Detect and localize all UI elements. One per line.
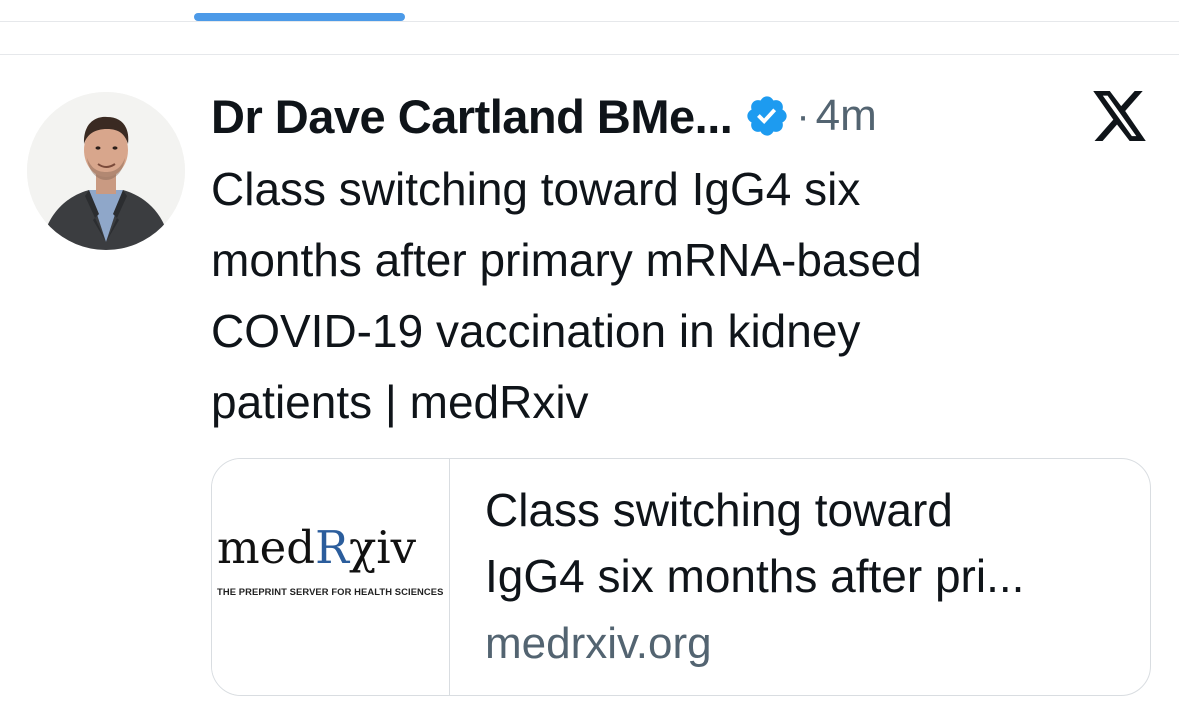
avatar-photo — [27, 92, 185, 250]
header-separator: · — [796, 93, 810, 138]
link-card-title-line: Class switching toward — [485, 484, 953, 536]
tweet-text-line: months after primary mRNA-based — [211, 234, 922, 286]
link-card-body: Class switching toward IgG4 six months a… — [485, 477, 1135, 672]
tweet-timestamp[interactable]: 4m — [816, 91, 877, 141]
link-card-title-line: IgG4 six months after pri... — [485, 550, 1025, 602]
tweet-text-line: patients | medRxiv — [211, 376, 589, 428]
screen: Dr Dave Cartland BMe... · 4m Class switc… — [0, 0, 1179, 728]
link-card-title: Class switching toward IgG4 six months a… — [485, 477, 1135, 609]
active-tab-indicator — [194, 13, 405, 21]
link-card-thumbnail: medRχiv THE PREPRINT SERVER FOR HEALTH S… — [212, 459, 450, 695]
medrxiv-tagline: THE PREPRINT SERVER FOR HEALTH SCIENCES — [217, 586, 444, 597]
author-avatar[interactable] — [27, 92, 185, 250]
link-card-domain: medrxiv.org — [485, 619, 712, 668]
tab-bar-divider — [0, 21, 1179, 22]
tweet-header: Dr Dave Cartland BMe... · 4m — [211, 86, 877, 146]
tweet-text-line: Class switching toward IgG4 six — [211, 163, 861, 215]
tweet-text-line: COVID-19 vaccination in kidney — [211, 305, 861, 357]
tweet-divider — [0, 54, 1179, 55]
link-preview-card[interactable]: medRχiv THE PREPRINT SERVER FOR HEALTH S… — [211, 458, 1151, 696]
medrxiv-logo: medRχiv — [217, 521, 417, 574]
tweet-text: Class switching toward IgG4 six months a… — [211, 154, 1111, 438]
verified-badge-icon — [744, 93, 790, 139]
x-logo-icon — [1093, 91, 1148, 141]
author-name[interactable]: Dr Dave Cartland BMe... — [211, 89, 733, 144]
